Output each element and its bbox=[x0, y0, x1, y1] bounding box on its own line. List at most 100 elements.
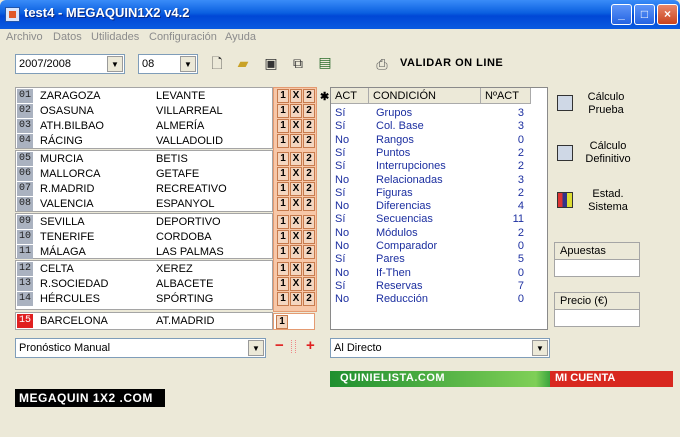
chevron-down-icon[interactable]: ▼ bbox=[180, 56, 196, 72]
pleno-sign[interactable]: 1 bbox=[276, 315, 288, 329]
condition-name: Figuras bbox=[376, 186, 413, 199]
calculo-prueba-button[interactable]: Cálculo Prueba bbox=[578, 91, 634, 117]
condition-row[interactable]: Sí Secuencias 11 bbox=[331, 213, 531, 226]
sign-x-button[interactable]: X bbox=[290, 277, 302, 291]
sign-1-button[interactable]: 1 bbox=[277, 292, 289, 306]
open-folder-icon[interactable]: ▰ bbox=[234, 54, 252, 72]
validar-online-button[interactable]: VALIDAR ON LINE bbox=[400, 57, 503, 69]
sign-1-button[interactable]: 1 bbox=[277, 215, 289, 229]
al-directo-select[interactable]: Al Directo ▼ bbox=[330, 338, 550, 358]
sign-1-button[interactable]: 1 bbox=[277, 245, 289, 259]
menu-utilidades[interactable]: Utilidades bbox=[91, 31, 139, 43]
calculator-definitive-icon[interactable] bbox=[557, 145, 573, 161]
menu-configuracion[interactable]: Configuración bbox=[149, 31, 217, 43]
minus-button[interactable]: − bbox=[275, 337, 284, 354]
new-document-icon[interactable]: 🗋 bbox=[208, 54, 226, 72]
sign-2-button[interactable]: 2 bbox=[303, 277, 315, 291]
save-disk-icon[interactable]: ▣ bbox=[262, 54, 280, 72]
close-button[interactable]: × bbox=[657, 4, 678, 25]
condition-row[interactable]: No Relacionadas 3 bbox=[331, 174, 531, 187]
sign-1-button[interactable]: 1 bbox=[277, 152, 289, 166]
sign-2-button[interactable]: 2 bbox=[303, 215, 315, 229]
sign-x-button[interactable]: X bbox=[290, 197, 302, 211]
sign-1-button[interactable]: 1 bbox=[277, 134, 289, 148]
minimize-button[interactable]: _ bbox=[611, 4, 632, 25]
chevron-down-icon[interactable]: ▼ bbox=[248, 340, 264, 356]
sign-x-button[interactable]: X bbox=[290, 104, 302, 118]
condition-row[interactable]: No Diferencias 4 bbox=[331, 200, 531, 213]
condition-row[interactable]: Sí Col. Base 3 bbox=[331, 120, 531, 133]
header-condicion[interactable]: CONDICIÓN bbox=[369, 88, 481, 104]
sign-2-button[interactable]: 2 bbox=[303, 89, 315, 103]
condition-row[interactable]: Sí Reservas 7 bbox=[331, 280, 531, 293]
home-team: VALENCIA bbox=[40, 198, 94, 210]
header-num-act[interactable]: NºACT bbox=[481, 88, 531, 104]
header-act[interactable]: ACT bbox=[331, 88, 369, 104]
sign-2-button[interactable]: 2 bbox=[303, 182, 315, 196]
sign-x-button[interactable]: X bbox=[290, 230, 302, 244]
menu-ayuda[interactable]: Ayuda bbox=[225, 31, 256, 43]
sign-1-button[interactable]: 1 bbox=[277, 104, 289, 118]
calculo-definitivo-button[interactable]: Cálculo Definitivo bbox=[578, 140, 638, 166]
season-select[interactable]: 2007/2008 ▼ bbox=[15, 54, 125, 74]
sign-1-button[interactable]: 1 bbox=[277, 167, 289, 181]
sign-x-button[interactable]: X bbox=[290, 89, 302, 103]
sign-x-button[interactable]: X bbox=[290, 292, 302, 306]
sign-x-button[interactable]: X bbox=[290, 262, 302, 276]
sign-2-button[interactable]: 2 bbox=[303, 152, 315, 166]
condition-row[interactable]: No Módulos 2 bbox=[331, 227, 531, 240]
menu-datos[interactable]: Datos bbox=[53, 31, 82, 43]
condition-row[interactable]: No Rangos 0 bbox=[331, 134, 531, 147]
sign-2-button[interactable]: 2 bbox=[303, 245, 315, 259]
sign-x-button[interactable]: X bbox=[290, 152, 302, 166]
condition-row[interactable]: Sí Figuras 2 bbox=[331, 187, 531, 200]
pleno-sign-box[interactable]: 1 bbox=[273, 313, 315, 330]
sign-1-button[interactable]: 1 bbox=[277, 262, 289, 276]
sign-x-button[interactable]: X bbox=[290, 167, 302, 181]
sign-2-button[interactable]: 2 bbox=[303, 167, 315, 181]
sign-x-button[interactable]: X bbox=[290, 215, 302, 229]
condition-row[interactable]: No Reducción 0 bbox=[331, 293, 531, 306]
menu-archivo[interactable]: Archivo bbox=[6, 31, 43, 43]
calculator-icon[interactable] bbox=[557, 95, 573, 111]
sign-x-button[interactable]: X bbox=[290, 182, 302, 196]
estad-sistema-button[interactable]: Estad. Sistema bbox=[580, 188, 636, 214]
sign-1-button[interactable]: 1 bbox=[277, 277, 289, 291]
chevron-down-icon[interactable]: ▼ bbox=[107, 56, 123, 72]
condition-row[interactable]: Sí Interrupciones 2 bbox=[331, 160, 531, 173]
sign-1-button[interactable]: 1 bbox=[277, 197, 289, 211]
jornada-select[interactable]: 08 ▼ bbox=[138, 54, 198, 74]
print-preview-icon[interactable]: ⧉ bbox=[289, 54, 307, 72]
sign-2-button[interactable]: 2 bbox=[303, 134, 315, 148]
sign-1-button[interactable]: 1 bbox=[277, 89, 289, 103]
sign-row: 1X2 bbox=[275, 134, 315, 148]
condition-row[interactable]: No If-Then 0 bbox=[331, 267, 531, 280]
condition-row[interactable]: Sí Puntos 2 bbox=[331, 147, 531, 160]
sign-row: 1X2 bbox=[275, 89, 315, 103]
condition-row[interactable]: No Comparador 0 bbox=[331, 240, 531, 253]
sign-x-button[interactable]: X bbox=[290, 245, 302, 259]
mi-cuenta-link[interactable]: MI CUENTA bbox=[555, 372, 615, 384]
sign-2-button[interactable]: 2 bbox=[303, 197, 315, 211]
plus-button[interactable]: + bbox=[306, 337, 315, 354]
sign-x-button[interactable]: X bbox=[290, 134, 302, 148]
printer-icon[interactable]: ⎙ bbox=[373, 55, 391, 73]
sign-x-button[interactable]: X bbox=[290, 119, 302, 133]
chevron-down-icon[interactable]: ▼ bbox=[532, 340, 548, 356]
sign-2-button[interactable]: 2 bbox=[303, 262, 315, 276]
sign-2-button[interactable]: 2 bbox=[303, 119, 315, 133]
sign-1-button[interactable]: 1 bbox=[277, 119, 289, 133]
condition-row[interactable]: Sí Grupos 3 bbox=[331, 107, 531, 120]
sign-1-button[interactable]: 1 bbox=[277, 182, 289, 196]
condition-count: 0 bbox=[517, 240, 524, 252]
sign-1-button[interactable]: 1 bbox=[277, 230, 289, 244]
sign-2-button[interactable]: 2 bbox=[303, 292, 315, 306]
condition-row[interactable]: Sí Pares 5 bbox=[331, 253, 531, 266]
pronostico-select[interactable]: Pronóstico Manual ▼ bbox=[15, 338, 266, 358]
sign-2-button[interactable]: 2 bbox=[303, 230, 315, 244]
maximize-button[interactable]: □ bbox=[634, 4, 655, 25]
quinielista-link[interactable]: QUINIELISTA.COM bbox=[340, 372, 445, 384]
statistics-icon[interactable] bbox=[557, 192, 573, 208]
report-icon[interactable]: ▤ bbox=[316, 53, 334, 71]
sign-2-button[interactable]: 2 bbox=[303, 104, 315, 118]
